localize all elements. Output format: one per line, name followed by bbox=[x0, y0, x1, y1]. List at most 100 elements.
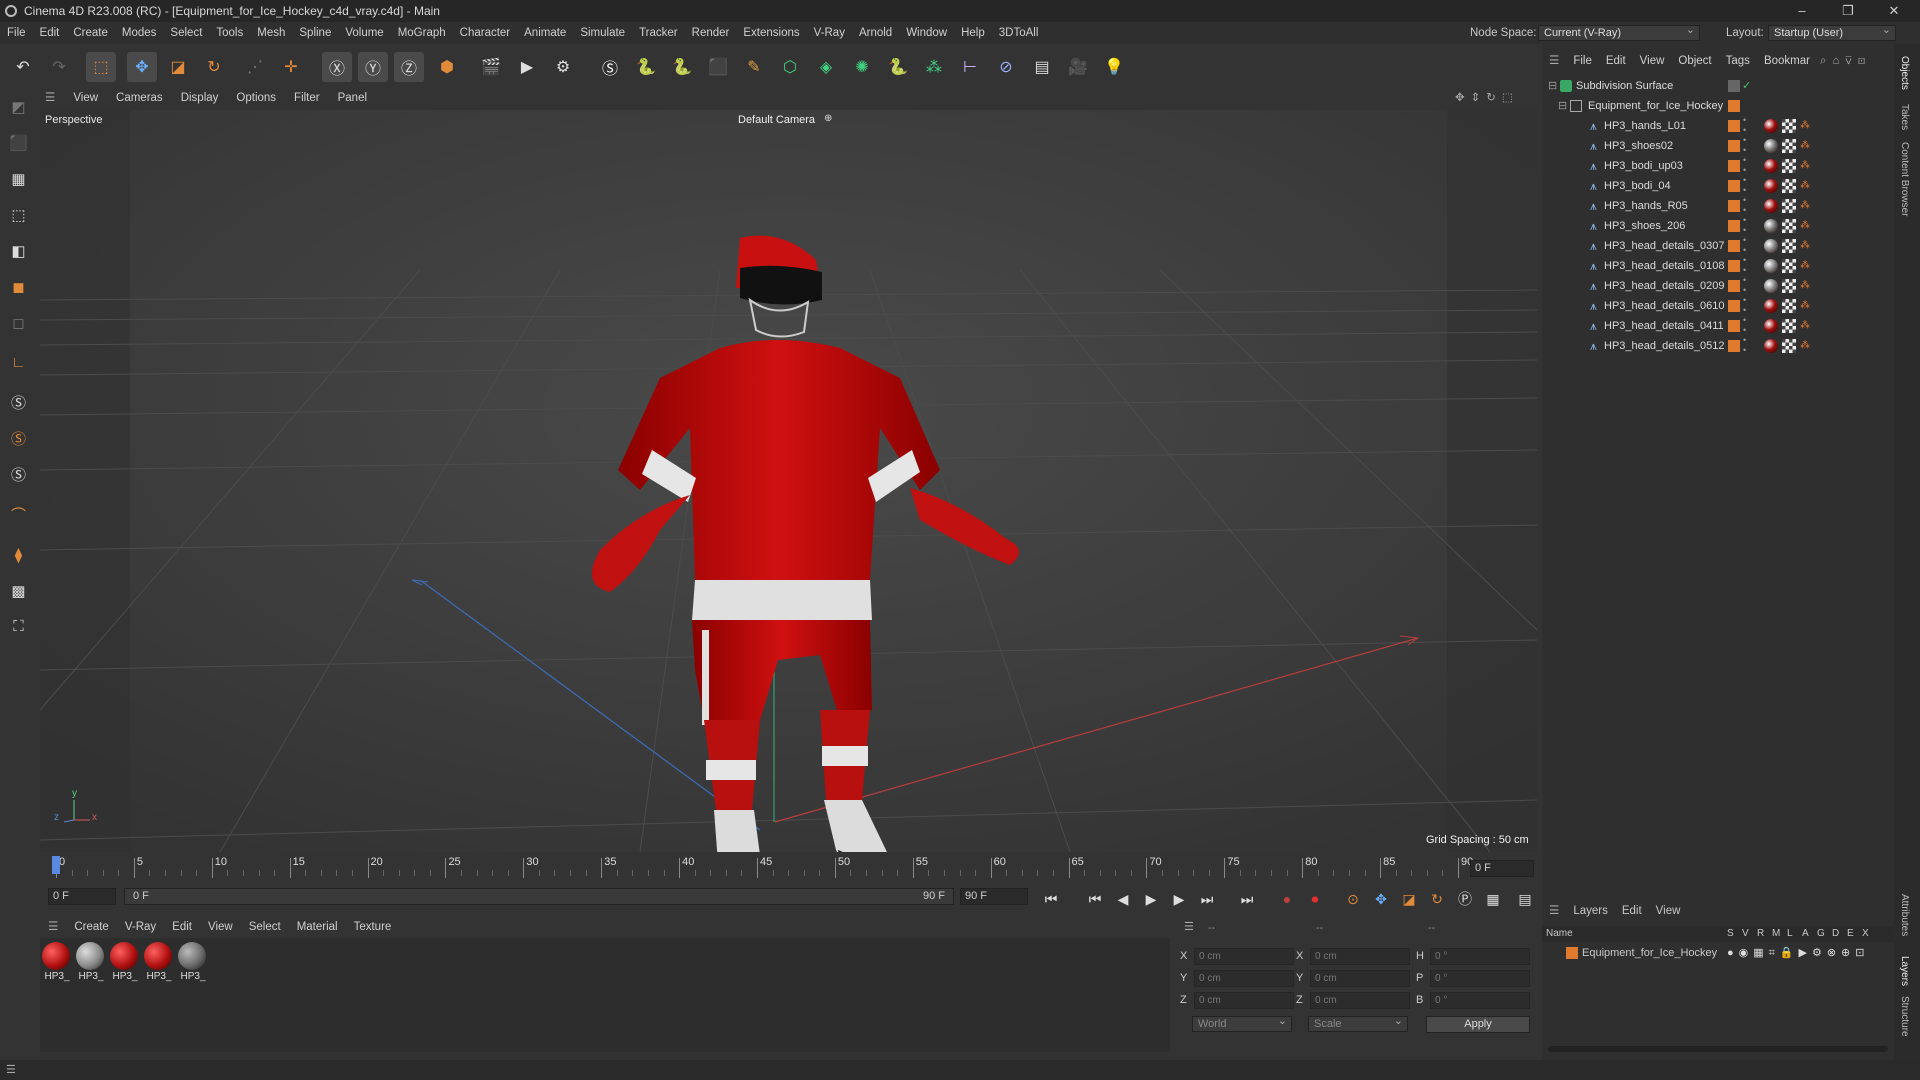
viewport-nav-icons[interactable]: ✥⇕↻⬚ bbox=[1455, 87, 1519, 109]
material-tag-icon[interactable] bbox=[1764, 279, 1778, 293]
viewport-menu-display[interactable]: Display bbox=[172, 87, 228, 109]
coordinate-space-dropdown[interactable]: World bbox=[1192, 1014, 1292, 1032]
mat-menu-create[interactable]: Create bbox=[66, 916, 117, 938]
tab-content-browser[interactable]: Content Browser bbox=[1899, 142, 1910, 216]
viewport-menu-view[interactable]: View bbox=[64, 87, 107, 109]
layers-menu-view[interactable]: View bbox=[1649, 900, 1688, 922]
menu-mograph[interactable]: MoGraph bbox=[391, 22, 453, 44]
deformer-icon[interactable]: 🐍 bbox=[883, 52, 913, 82]
position-key-icon[interactable]: ✥ bbox=[1370, 888, 1392, 910]
uvw-tag-icon[interactable] bbox=[1782, 179, 1796, 193]
floor-icon[interactable]: ▤ bbox=[1027, 52, 1057, 82]
pla-key-icon[interactable]: ▦ bbox=[1482, 888, 1504, 910]
expand-icon[interactable]: ⊟ bbox=[1558, 96, 1567, 116]
visibility-dots-icon[interactable]: • • bbox=[1743, 215, 1746, 235]
material-tag-icon[interactable] bbox=[1764, 139, 1778, 153]
go-to-start-icon[interactable]: ⏮ bbox=[1040, 888, 1062, 910]
menu-character[interactable]: Character bbox=[453, 22, 518, 44]
menu-create[interactable]: Create bbox=[66, 22, 115, 44]
object-row-subdivision[interactable]: ⊟ Subdivision Surface ✓ bbox=[1542, 76, 1894, 96]
mat-menu-select[interactable]: Select bbox=[241, 916, 289, 938]
om-menu-object[interactable]: Object bbox=[1671, 50, 1718, 72]
measure-icon[interactable]: ⊢ bbox=[955, 52, 985, 82]
grid-plane-icon[interactable]: ▩ bbox=[5, 577, 32, 604]
uvw-tag-icon[interactable] bbox=[1782, 299, 1796, 313]
visibility-dots-icon[interactable]: • • bbox=[1743, 275, 1746, 295]
visibility-dots-icon[interactable]: • • bbox=[1743, 175, 1746, 195]
texture-mode-icon[interactable]: ▦ bbox=[5, 165, 32, 192]
python-script-icon[interactable]: 🐍 bbox=[667, 52, 697, 82]
visibility-dots-icon[interactable]: • • bbox=[1743, 335, 1746, 355]
locked-workplane-icon[interactable]: ⛶ bbox=[5, 613, 32, 640]
vray-tag-icon[interactable]: ⁂ bbox=[1800, 336, 1810, 356]
vray-icon[interactable]: Ⓢ bbox=[595, 52, 625, 82]
material-tag-icon[interactable] bbox=[1764, 119, 1778, 133]
uv-mode-icon[interactable]: ◻ bbox=[5, 309, 32, 336]
om-menu-file[interactable]: File bbox=[1566, 50, 1599, 72]
mat-menu-material[interactable]: Material bbox=[289, 916, 346, 938]
material-tag-icon[interactable] bbox=[1764, 259, 1778, 273]
object-row[interactable]: ⩚ HP3_bodi_04 • • ⁂ bbox=[1542, 175, 1894, 196]
apply-button[interactable]: Apply bbox=[1426, 1016, 1530, 1033]
vray-tag-icon[interactable]: ⁂ bbox=[1800, 116, 1810, 136]
timeline-icon[interactable]: ▤ bbox=[1514, 888, 1536, 910]
edges-mode-icon[interactable]: ◧ bbox=[5, 237, 32, 264]
menu-tracker[interactable]: Tracker bbox=[632, 22, 685, 44]
visibility-dots-icon[interactable]: • • bbox=[1743, 255, 1746, 275]
next-frame-icon[interactable]: ▶ bbox=[1168, 888, 1190, 910]
material-tag-icon[interactable] bbox=[1764, 159, 1778, 173]
expand-icon[interactable]: ⊟ bbox=[1548, 76, 1557, 96]
move-icon[interactable]: ✥ bbox=[127, 52, 157, 82]
object-row[interactable]: ⩚ HP3_head_details_0411 • • ⁂ bbox=[1542, 315, 1894, 336]
size-x-field[interactable]: 0 cm bbox=[1310, 948, 1410, 965]
workplane-icon[interactable]: ⧫ bbox=[5, 541, 32, 568]
layer-flag-icons[interactable]: ●◉▦⌗🔒▶⚙⊗⊕⊡ bbox=[1727, 944, 1870, 962]
render-view-icon[interactable]: 🎬 bbox=[476, 52, 506, 82]
light-icon[interactable]: 💡 bbox=[1099, 52, 1129, 82]
enabled-check-icon[interactable]: ✓ bbox=[1742, 76, 1751, 96]
vray-tag-icon[interactable]: ⁂ bbox=[1800, 316, 1810, 336]
mograph-icon[interactable]: ⁂ bbox=[919, 52, 949, 82]
tab-takes[interactable]: Takes bbox=[1899, 104, 1910, 130]
close-button[interactable]: ✕ bbox=[1872, 0, 1916, 22]
mat-menu-edit[interactable]: Edit bbox=[164, 916, 200, 938]
points-mode-icon[interactable]: ⬚ bbox=[5, 201, 32, 228]
node-space-dropdown[interactable]: Current (V-Ray) bbox=[1538, 23, 1700, 41]
layout-dropdown[interactable]: Startup (User) bbox=[1768, 23, 1896, 41]
cloner-icon[interactable]: ✺ bbox=[847, 52, 877, 82]
menu-simulate[interactable]: Simulate bbox=[573, 22, 632, 44]
viewport-menu-cameras[interactable]: Cameras bbox=[107, 87, 172, 109]
vray-tag-icon[interactable]: ⁂ bbox=[1800, 176, 1810, 196]
play-icon[interactable]: ▶ bbox=[1140, 888, 1162, 910]
material-swatch[interactable]: HP3_ bbox=[110, 942, 140, 986]
render-settings-icon[interactable]: ⚙ bbox=[548, 52, 578, 82]
subdivision-icon[interactable]: ⬡ bbox=[775, 52, 805, 82]
menu-edit[interactable]: Edit bbox=[33, 22, 67, 44]
object-row[interactable]: ⩚ HP3_hands_L01 • • ⁂ bbox=[1542, 115, 1894, 136]
object-row[interactable]: ⩚ HP3_shoes02 • • ⁂ bbox=[1542, 135, 1894, 156]
layers-menu-edit[interactable]: Edit bbox=[1615, 900, 1649, 922]
tab-structure[interactable]: Structure bbox=[1899, 996, 1910, 1037]
menu-mesh[interactable]: Mesh bbox=[250, 22, 292, 44]
render-picture-viewer-icon[interactable]: ▶ bbox=[512, 52, 542, 82]
snap-settings-icon[interactable]: Ⓢ bbox=[5, 425, 32, 452]
menu-animate[interactable]: Animate bbox=[517, 22, 573, 44]
material-swatch[interactable]: HP3_ bbox=[76, 942, 106, 986]
vray-tag-icon[interactable]: ⁂ bbox=[1800, 256, 1810, 276]
material-tag-icon[interactable] bbox=[1764, 339, 1778, 353]
y-axis-icon[interactable]: Ⓨ bbox=[358, 52, 388, 82]
cube-icon[interactable]: ⬛ bbox=[703, 52, 733, 82]
visibility-dots-icon[interactable]: • • bbox=[1743, 315, 1746, 335]
object-row[interactable]: ⩚ HP3_hands_R05 • • ⁂ bbox=[1542, 195, 1894, 216]
python-icon[interactable]: 🐍 bbox=[631, 52, 661, 82]
uvw-tag-icon[interactable] bbox=[1782, 219, 1796, 233]
object-row-group[interactable]: ⊟ Equipment_for_Ice_Hockey bbox=[1542, 96, 1894, 116]
workplane-snap-icon[interactable]: Ⓢ bbox=[5, 461, 32, 488]
menu-extensions[interactable]: Extensions bbox=[736, 22, 806, 44]
polygons-mode-icon[interactable]: ◼ bbox=[5, 273, 32, 300]
make-editable-icon[interactable]: ◩ bbox=[5, 93, 32, 120]
menu-modes[interactable]: Modes bbox=[115, 22, 164, 44]
start-frame-field[interactable]: 0 F bbox=[48, 888, 116, 905]
spline-pen-icon[interactable]: ⊘ bbox=[991, 52, 1021, 82]
uvw-tag-icon[interactable] bbox=[1782, 119, 1796, 133]
